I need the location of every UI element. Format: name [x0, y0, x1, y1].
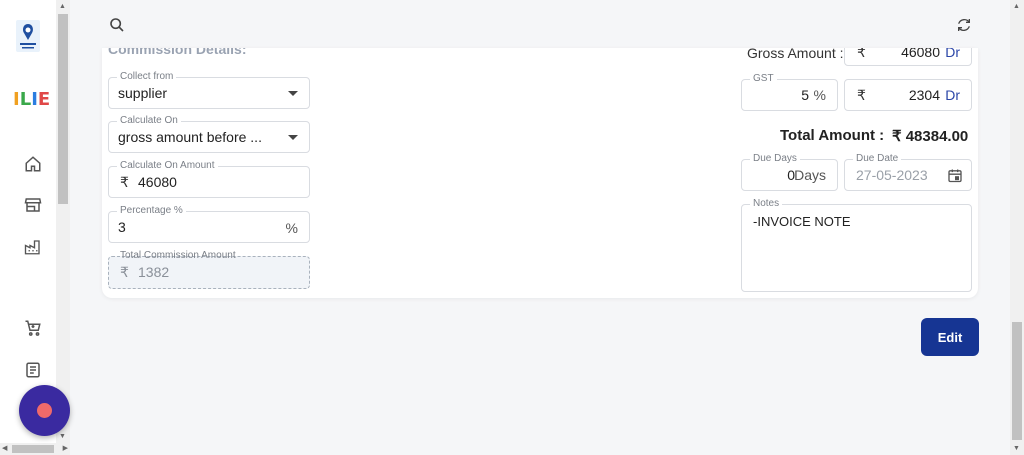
scroll-left-arrow-icon[interactable]: ◀: [2, 444, 7, 452]
gst-label: GST: [750, 73, 777, 85]
ilie-logo[interactable]: ILIE: [13, 89, 50, 110]
store-icon[interactable]: [24, 196, 42, 214]
total-amount-label: Total Amount :: [780, 127, 885, 144]
due-date-value: 27-05-2023: [856, 167, 928, 183]
edit-button[interactable]: Edit: [921, 318, 979, 356]
calculate-on-amount-value: 46080: [138, 174, 177, 190]
percentage-label: Percentage %: [117, 205, 186, 217]
scroll-right-arrow-icon[interactable]: ▶: [63, 444, 68, 452]
gst-percent-field[interactable]: GST 5 %: [741, 73, 838, 111]
section-title: Commission Details:: [108, 48, 247, 57]
due-days-field[interactable]: Due Days 0 Days: [741, 153, 838, 191]
gross-amount-dr: Dr: [945, 48, 960, 60]
due-days-label: Due Days: [750, 153, 800, 165]
factory-icon[interactable]: [24, 238, 42, 256]
rupee-icon: ₹: [120, 264, 129, 280]
calendar-icon[interactable]: [947, 167, 963, 189]
chevron-down-icon[interactable]: [288, 135, 298, 140]
record-dot-icon: [37, 403, 52, 418]
collect-from-value: supplier: [118, 85, 168, 101]
sidebar-scrollbar[interactable]: ▲ ▼: [56, 0, 70, 443]
percentage-value: 3: [118, 219, 126, 235]
total-amount-value: ₹ 48384.00: [892, 128, 969, 145]
calculate-on-value: gross amount before ...: [118, 129, 262, 145]
notes-textarea[interactable]: Notes -INVOICE NOTE: [741, 198, 972, 292]
calculate-on-label: Calculate On: [117, 115, 181, 127]
document-icon[interactable]: [24, 361, 42, 379]
due-days-suffix: Days: [794, 167, 826, 183]
chevron-down-icon[interactable]: [288, 91, 298, 96]
floating-action-button[interactable]: [19, 385, 70, 436]
gst-amount-dr: Dr: [945, 87, 960, 103]
calculate-on-amount-label: Calculate On Amount: [117, 160, 218, 172]
scroll-down-arrow-icon[interactable]: ▼: [59, 433, 66, 440]
scroll-up-arrow-icon[interactable]: ▲: [1013, 3, 1020, 10]
total-commission-value: 1382: [138, 264, 170, 280]
gst-amount-field: ₹ 2304 Dr: [844, 79, 972, 111]
scrollbar-thumb[interactable]: [58, 14, 68, 204]
page-scrollbar-thumb[interactable]: [1012, 322, 1022, 440]
cart-icon[interactable]: [24, 319, 42, 337]
home-icon[interactable]: [24, 155, 42, 173]
rupee-icon: ₹: [857, 48, 866, 60]
collect-from-select[interactable]: Collect from supplier: [108, 71, 310, 109]
gst-amount-value: 2304: [908, 87, 940, 103]
gross-amount-label: Gross Amount :: [747, 48, 844, 61]
notes-value: -INVOICE NOTE: [753, 214, 851, 229]
gross-amount-field: ₹ 46080 Dr: [844, 48, 972, 66]
refresh-icon[interactable]: [956, 17, 972, 33]
due-date-label: Due Date: [853, 153, 902, 165]
rupee-icon: ₹: [120, 174, 129, 190]
search-icon[interactable]: [109, 17, 125, 33]
calculate-on-amount-field[interactable]: Calculate On Amount ₹ 46080: [108, 160, 310, 198]
percentage-field[interactable]: Percentage % 3 %: [108, 205, 310, 243]
percent-suffix: %: [285, 220, 298, 236]
collect-from-label: Collect from: [117, 71, 177, 83]
notes-label: Notes: [750, 198, 783, 210]
scroll-up-arrow-icon[interactable]: ▲: [59, 3, 66, 10]
gross-amount-value: 46080: [901, 48, 940, 60]
gst-percent-value: 5: [801, 87, 809, 103]
scroll-down-arrow-icon[interactable]: ▼: [1013, 445, 1020, 452]
total-commission-field: Total Commission Amount ₹ 1382: [108, 250, 310, 289]
calculate-on-select[interactable]: Calculate On gross amount before ...: [108, 115, 310, 153]
page-scrollbar[interactable]: ▲ ▼: [1010, 0, 1024, 455]
horizontal-scrollbar[interactable]: ◀ ▶: [0, 443, 70, 455]
brand-logo[interactable]: [16, 20, 40, 52]
horizontal-scrollbar-thumb[interactable]: [12, 445, 54, 453]
due-date-field[interactable]: Due Date 27-05-2023: [844, 153, 972, 191]
total-commission-label: Total Commission Amount: [120, 250, 236, 261]
rupee-icon: ₹: [857, 87, 866, 103]
gst-percent-suffix: %: [813, 87, 826, 103]
commission-card: Commission Details: Collect from supplie…: [102, 48, 978, 298]
